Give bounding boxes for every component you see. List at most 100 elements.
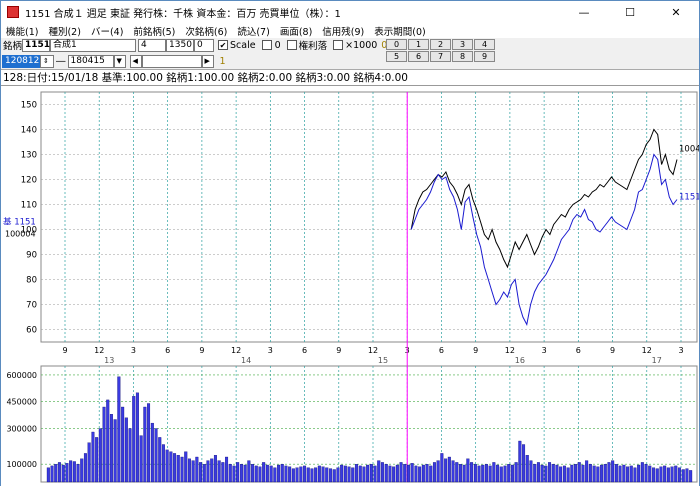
volume-bar (666, 467, 670, 483)
volume-bar (321, 466, 325, 483)
volume-bar (147, 403, 151, 483)
menu-function[interactable]: 機能(1) (1, 24, 43, 38)
volume-bar (496, 464, 500, 483)
menu-margin[interactable]: 信用残(9) (317, 24, 369, 38)
rights-label: 権利落 (298, 41, 328, 52)
num-button-9[interactable]: 9 (474, 51, 495, 62)
volume-bar (403, 464, 407, 483)
volume-bar (600, 464, 604, 483)
volume-bar (161, 444, 165, 483)
volume-bar (395, 464, 399, 483)
volume-bar (488, 465, 492, 483)
volume-bar (685, 468, 689, 483)
month-tick-label: 3 (268, 346, 273, 355)
spin-control[interactable]: ⇕ (40, 54, 54, 68)
volume-bar (169, 451, 173, 483)
volume-bar (380, 462, 384, 483)
price-tick-label: 140 (21, 126, 37, 136)
num-button-5[interactable]: 5 (386, 51, 407, 62)
volume-bar (98, 428, 102, 483)
volume-bar (117, 376, 121, 483)
field-b-input[interactable]: 1350 (166, 38, 195, 52)
volume-bar (325, 467, 329, 483)
menu-load[interactable]: 読込(7) (232, 24, 274, 38)
volume-bar (674, 465, 678, 483)
app-icon (7, 6, 19, 18)
close-button[interactable]: ✕ (653, 1, 699, 23)
num-button-7[interactable]: 7 (430, 51, 451, 62)
volume-bar (544, 465, 548, 483)
volume-bar (611, 460, 615, 483)
volume-bar (61, 464, 65, 483)
chart-area[interactable]: 6070809010011012013014015091236912369123… (1, 86, 699, 486)
menu-next-stock[interactable]: 次銘柄(6) (180, 24, 232, 38)
month-tick-label: 3 (131, 346, 136, 355)
chevron-down-icon[interactable]: ▼ (113, 54, 126, 68)
base-label: 基 1151 (3, 217, 36, 228)
num-button-4[interactable]: 4 (474, 39, 495, 50)
num-button-0[interactable]: 0 (386, 39, 407, 50)
price-tick-label: 90 (26, 251, 37, 261)
scale-checkbox[interactable]: ✔ (218, 40, 229, 50)
month-tick-label: 12 (368, 346, 378, 355)
volume-bar (269, 465, 273, 483)
num-button-6[interactable]: 6 (408, 51, 429, 62)
volume-bar (150, 422, 154, 483)
volume-bar (652, 467, 656, 483)
volume-bar (455, 462, 459, 483)
volume-bar (596, 466, 600, 483)
volume-bar (603, 464, 607, 483)
volume-bar (555, 464, 559, 483)
volume-bar (659, 466, 663, 483)
volume-bar (518, 440, 522, 483)
menu-display-period[interactable]: 表示期間(0) (369, 24, 430, 38)
volume-bar (109, 414, 113, 483)
volume-bar (54, 464, 58, 483)
num-button-1[interactable]: 1 (408, 39, 429, 50)
chart-background (1, 86, 699, 486)
volume-bar (677, 467, 681, 483)
scroll-track[interactable] (141, 54, 202, 68)
volume-bar (529, 460, 533, 483)
code-input[interactable]: 1151 (22, 38, 50, 52)
volume-bar (689, 470, 693, 483)
price-tick-label: 60 (26, 326, 37, 336)
volume-bar (91, 431, 95, 483)
num-button-2[interactable]: 2 (430, 39, 451, 50)
number-button-grid: 0 1 2 3 4 5 6 7 8 9 (386, 39, 495, 62)
volume-bar (180, 456, 184, 483)
num-button-3[interactable]: 3 (452, 39, 473, 50)
volume-bar (451, 460, 455, 483)
rights-checkbox[interactable] (286, 40, 297, 50)
field-c-input[interactable]: 0 (194, 38, 215, 52)
volume-bar (366, 464, 370, 483)
zero-checkbox[interactable] (261, 40, 272, 50)
volume-bar (473, 464, 477, 483)
date-from-input[interactable]: 120812 (2, 54, 40, 68)
scale-label: Scale (230, 39, 256, 51)
volume-bar (392, 466, 396, 483)
volume-bar (306, 467, 310, 483)
app-window: 1151 合成１ 週足 東証 発行株：千株 資本金：百万 売買単位（株）：1 —… (0, 0, 700, 486)
volume-bar (384, 464, 388, 483)
date-to-select[interactable]: 180415 (67, 54, 114, 68)
menu-type[interactable]: 種別(2) (43, 24, 85, 38)
volume-bar (303, 465, 307, 483)
month-tick-label: 12 (505, 346, 515, 355)
num-button-8[interactable]: 8 (452, 51, 473, 62)
x1000-checkbox[interactable] (333, 40, 344, 50)
minimize-button[interactable]: — (561, 1, 607, 23)
menu-bar-type[interactable]: バー(4) (86, 24, 128, 38)
menu-screen[interactable]: 画面(8) (275, 24, 317, 38)
field-a-input[interactable]: 4 (138, 38, 167, 52)
menu-prev-stock[interactable]: 前銘柄(5) (128, 24, 180, 38)
volume-bar (629, 465, 633, 483)
month-tick-label: 6 (165, 346, 170, 355)
volume-bar (637, 464, 641, 483)
scroll-left-button[interactable]: ◀ (129, 54, 142, 68)
volume-bar (503, 465, 507, 483)
name-input[interactable]: 合成1 (50, 38, 137, 52)
maximize-button[interactable]: ☐ (607, 1, 653, 23)
volume-bar (440, 453, 444, 483)
scroll-right-button[interactable]: ▶ (201, 54, 214, 68)
